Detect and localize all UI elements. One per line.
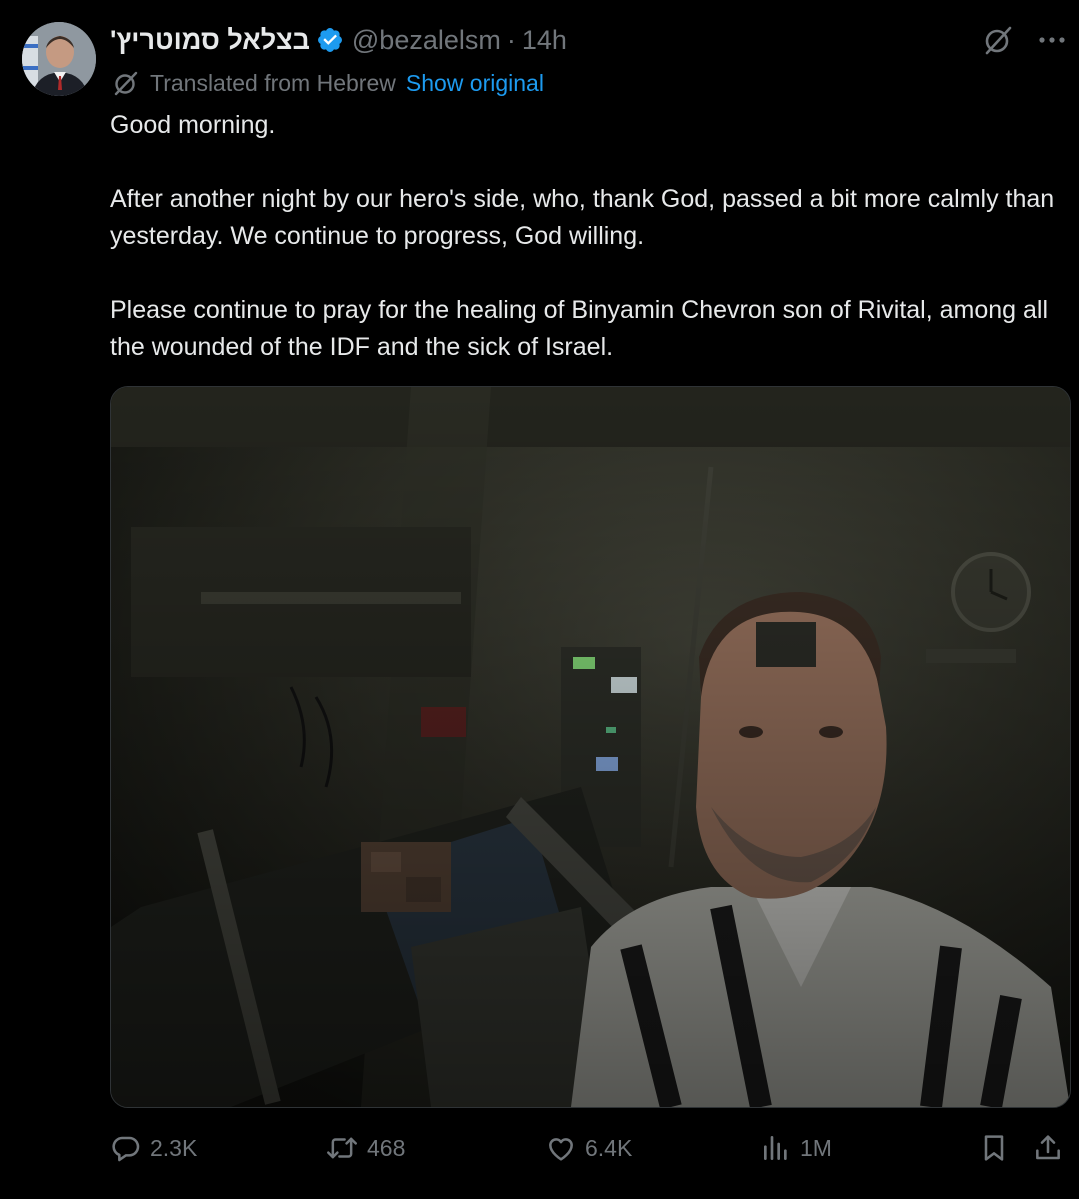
action-bar: 2.3K 468 6.4K 1M <box>110 1128 1065 1168</box>
like-button[interactable]: 6.4K <box>545 1128 632 1168</box>
post-body: Good morning. After another night by our… <box>110 107 1060 366</box>
tweet-top-actions <box>981 22 1067 58</box>
verified-badge-icon <box>316 26 344 54</box>
post-paragraph: After another night by our hero's side, … <box>110 185 1055 250</box>
post-timestamp[interactable]: 14h <box>522 25 567 56</box>
avatar[interactable] <box>22 22 96 96</box>
reply-count: 2.3K <box>150 1134 198 1161</box>
repost-button[interactable]: 468 <box>325 1128 405 1168</box>
post-photo[interactable] <box>110 386 1071 1108</box>
translation-notice: Translated from Hebrew Show original <box>112 66 544 100</box>
tweet-header: בצלאל סמוטריץ' @bezalelsm · 14h <box>110 22 567 58</box>
author-handle[interactable]: @bezalelsm <box>352 25 501 56</box>
post-paragraph: Good morning. <box>110 111 276 139</box>
reply-button[interactable]: 2.3K <box>110 1128 197 1168</box>
bookmark-button[interactable] <box>978 1128 1018 1168</box>
views-button[interactable]: 1M <box>760 1128 832 1168</box>
repost-count: 468 <box>367 1134 406 1161</box>
post-paragraph: Please continue to pray for the healing … <box>110 296 1049 361</box>
grok-icon[interactable] <box>981 23 1015 57</box>
views-count: 1M <box>800 1134 832 1161</box>
more-icon[interactable] <box>1037 25 1067 55</box>
share-button[interactable] <box>1032 1128 1072 1168</box>
tweet: בצלאל סמוטריץ' @bezalelsm · 14h Translat… <box>0 0 1079 1199</box>
author-display-name[interactable]: בצלאל סמוטריץ' <box>110 25 310 56</box>
like-count: 6.4K <box>585 1134 633 1161</box>
separator-dot: · <box>506 24 516 55</box>
translated-from-label: Translated from Hebrew <box>150 69 396 96</box>
translate-icon <box>112 69 140 97</box>
show-original-link[interactable]: Show original <box>406 70 544 97</box>
